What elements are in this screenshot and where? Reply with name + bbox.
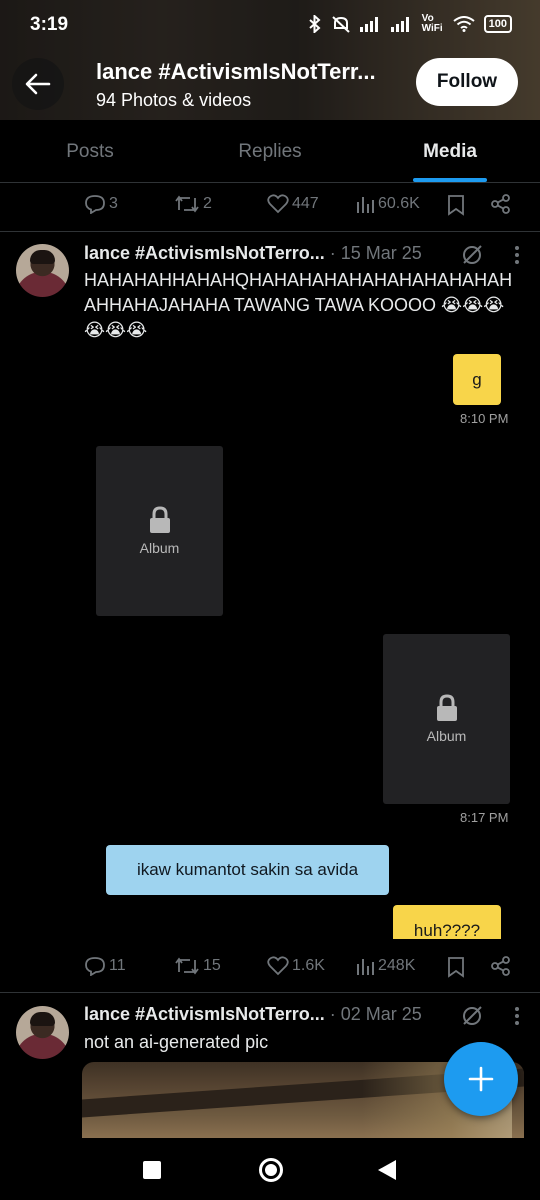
share-icon[interactable] [490,193,512,215]
follow-button[interactable]: Follow [416,58,518,106]
compose-button[interactable] [444,1042,518,1116]
like-button[interactable]: 1.6K [267,956,325,976]
back-button[interactable] [12,58,64,110]
status-time: 3:19 [30,14,69,35]
post-divider [0,231,540,232]
tab-posts[interactable]: Posts [0,120,180,182]
like-count: 447 [292,195,319,212]
repost-count: 15 [203,957,221,974]
views-count: 60.6K [378,195,420,212]
repost-button[interactable]: 2 [174,194,212,214]
post-icons [460,1004,520,1028]
post-date: · 15 Mar 25 [329,243,422,263]
post-icons [460,243,520,267]
grok-icon[interactable] [460,1004,484,1028]
heart-icon [267,194,289,214]
lock-icon [436,694,457,721]
home-icon[interactable] [258,1157,284,1183]
chat-message-yellow: huh???? [393,905,501,939]
views-icon [357,959,374,975]
profile-name: lance #ActivismIsNotTerr... [96,59,376,84]
back-nav-icon[interactable] [377,1159,397,1181]
avatar[interactable] [16,244,69,297]
album-left: Album [96,446,223,616]
views-icon [357,197,374,213]
signal-icon-2 [390,17,409,32]
tab-media[interactable]: Media [360,120,540,182]
status-icons: Vo WiFi 100 [308,14,512,34]
profile-header: lance #ActivismIsNotTerr... 94 Photos & … [0,50,540,120]
arrow-left-icon [25,73,51,95]
repost-icon [175,957,199,975]
bookmark-icon[interactable] [446,194,466,216]
views-button[interactable]: 248K [355,956,415,976]
like-button[interactable]: 447 [267,194,319,214]
post-header: lance #ActivismIsNotTerro... · 02 Mar 25 [84,1004,422,1025]
status-bar: 3:19 Vo WiFi 100 [0,0,540,50]
post-header: lance #ActivismIsNotTerro... · 15 Mar 25 [84,243,422,264]
reply-icon [85,957,105,976]
previous-post-actions: 3 2 447 60.6K [0,190,540,220]
repost-button[interactable]: 15 [174,956,221,976]
post-text: HAHAHAHHAHAHQHAHAHAHAHAHAHAHAHAHAHAHHAHA… [84,270,513,340]
repost-count: 2 [203,195,212,212]
bluetooth-icon [308,15,321,33]
lock-icon [149,506,170,533]
share-icon[interactable] [490,955,512,977]
chat-timestamp: 8:17 PM [460,810,509,825]
reply-button[interactable]: 3 [84,194,118,214]
avatar[interactable] [16,1006,69,1059]
media-count: 94 Photos & videos [96,90,252,110]
post-author[interactable]: lance #ActivismIsNotTerro... [84,243,325,263]
mute-icon [331,16,350,33]
album-right: Album [383,634,510,804]
vowifi-label: Vo WiFi [421,13,443,34]
like-count: 1.6K [292,957,325,974]
recents-icon[interactable] [143,1161,161,1179]
post-divider [0,992,540,993]
album-label: Album [426,728,467,744]
post-actions: 11 15 1.6K 248K [0,952,540,982]
signal-icon [359,17,378,32]
reply-count: 3 [109,195,118,212]
repost-icon [175,195,199,213]
heart-icon [267,956,289,976]
chat-screenshot[interactable]: g 8:10 PM Album Album 8:17 PM ikaw kuman… [84,345,524,939]
chat-timestamp: 8:10 PM [460,411,509,426]
reply-icon [85,195,105,214]
more-options-icon[interactable] [514,1006,520,1026]
wifi-icon [453,16,475,32]
more-options-icon[interactable] [514,245,520,265]
plus-icon [468,1066,494,1092]
tab-replies[interactable]: Replies [180,120,360,182]
system-nav-bar [0,1138,540,1200]
reply-count: 11 [109,957,126,974]
profile-tabs: Posts Replies Media [0,120,540,183]
bookmark-icon[interactable] [446,956,466,978]
post-date: · 02 Mar 25 [329,1004,422,1024]
chat-message-yellow: g [453,354,501,405]
battery-indicator: 100 [483,15,512,33]
grok-icon[interactable] [460,243,484,267]
chat-message-blue: ikaw kumantot sakin sa avida [106,845,389,895]
views-button[interactable]: 60.6K [355,194,420,214]
reply-button[interactable]: 11 [84,956,126,976]
views-count: 248K [378,957,416,974]
album-label: Album [139,540,180,556]
post-author[interactable]: lance #ActivismIsNotTerro... [84,1004,325,1024]
